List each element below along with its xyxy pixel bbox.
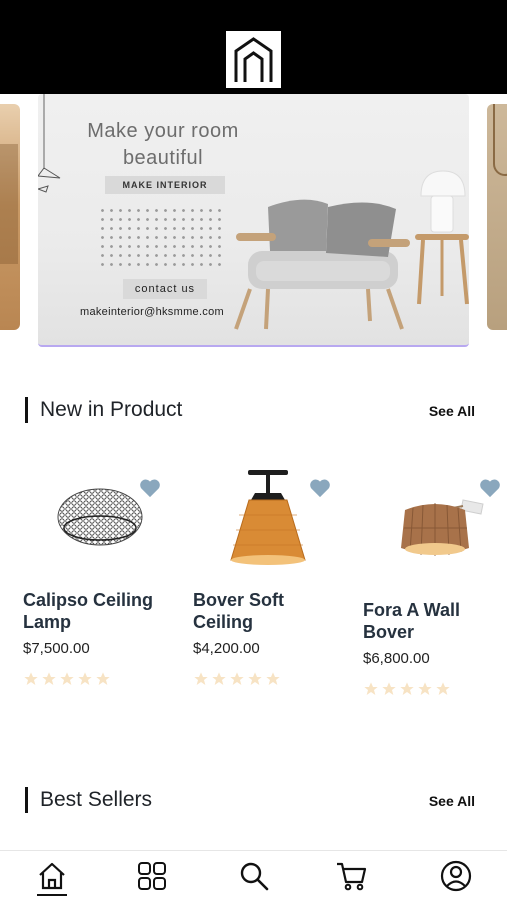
star-icon — [194, 672, 208, 685]
star-icon — [24, 672, 38, 685]
star-icon — [96, 672, 110, 685]
product-card[interactable]: Fora A Wall Bover $6,800.00 — [363, 470, 507, 700]
product-card[interactable]: Bover Soft Ceiling $4,200.00 — [193, 470, 353, 690]
banner-email: makeinterior@hksmme.com — [80, 306, 224, 318]
favorite-heart-icon[interactable] — [139, 478, 161, 498]
star-icon — [382, 682, 396, 695]
star-icon — [266, 672, 280, 685]
star-icon — [418, 682, 432, 695]
section-title: Best Sellers — [40, 788, 153, 811]
product-name: Fora A Wall Bover — [363, 600, 461, 642]
best-sellers-header: Best Sellers See All — [25, 786, 480, 813]
new-products-header: New in Product See All — [25, 396, 480, 423]
star-icon — [60, 672, 74, 685]
product-card[interactable]: Calipso Ceiling Lamp $7,500.00 — [23, 470, 183, 690]
top-bar — [0, 0, 507, 94]
star-icon — [230, 672, 244, 685]
star-icon — [78, 672, 92, 685]
product-price: $7,500.00 — [23, 640, 90, 657]
product-name: Calipso Ceiling Lamp — [23, 590, 154, 632]
carousel-prev-slide[interactable] — [0, 104, 20, 330]
banner-title-line2: beautiful — [122, 147, 204, 169]
star-icon — [248, 672, 262, 685]
banner-tag: MAKE INTERIOR — [105, 176, 225, 194]
banner-title-line1: Make your room — [87, 120, 239, 142]
section-accent-bar — [25, 397, 28, 423]
contact-us-button[interactable]: contact us — [123, 279, 207, 299]
active-tab-indicator — [37, 894, 67, 896]
bottom-tab-bar — [0, 850, 507, 900]
rating-stars — [363, 681, 451, 697]
rating-stars — [23, 671, 111, 687]
section-title: New in Product — [40, 398, 183, 421]
search-icon[interactable] — [237, 859, 271, 893]
banner-title: Make your room beautiful — [78, 118, 248, 172]
star-icon — [42, 672, 56, 685]
product-name: Bover Soft Ceiling — [193, 590, 285, 632]
grid-icon[interactable] — [135, 859, 169, 893]
product-price: $4,200.00 — [193, 640, 260, 657]
star-icon — [400, 682, 414, 695]
section-accent-bar — [25, 787, 28, 813]
favorite-heart-icon[interactable] — [309, 478, 331, 498]
star-icon — [212, 672, 226, 685]
star-icon — [364, 682, 378, 695]
rating-stars — [193, 671, 281, 687]
armchair-illustration — [234, 199, 410, 330]
table-lamp-illustration — [415, 170, 469, 305]
see-all-new-products-link[interactable]: See All — [429, 403, 475, 419]
home-icon[interactable] — [35, 859, 69, 893]
banner-carousel[interactable]: Make your room beautiful MAKE INTERIOR c… — [0, 94, 507, 354]
dot-pattern — [98, 206, 223, 268]
promo-banner[interactable]: Make your room beautiful MAKE INTERIOR c… — [38, 94, 469, 347]
pendant-lamp-illustration — [38, 94, 61, 193]
cart-icon[interactable] — [335, 859, 369, 893]
see-all-best-sellers-link[interactable]: See All — [429, 793, 475, 809]
house-arch-logo-icon[interactable] — [226, 31, 281, 88]
profile-icon[interactable] — [439, 859, 473, 893]
product-price: $6,800.00 — [363, 650, 430, 667]
favorite-heart-icon[interactable] — [479, 478, 501, 498]
star-icon — [436, 682, 450, 695]
carousel-next-slide[interactable] — [487, 104, 507, 330]
